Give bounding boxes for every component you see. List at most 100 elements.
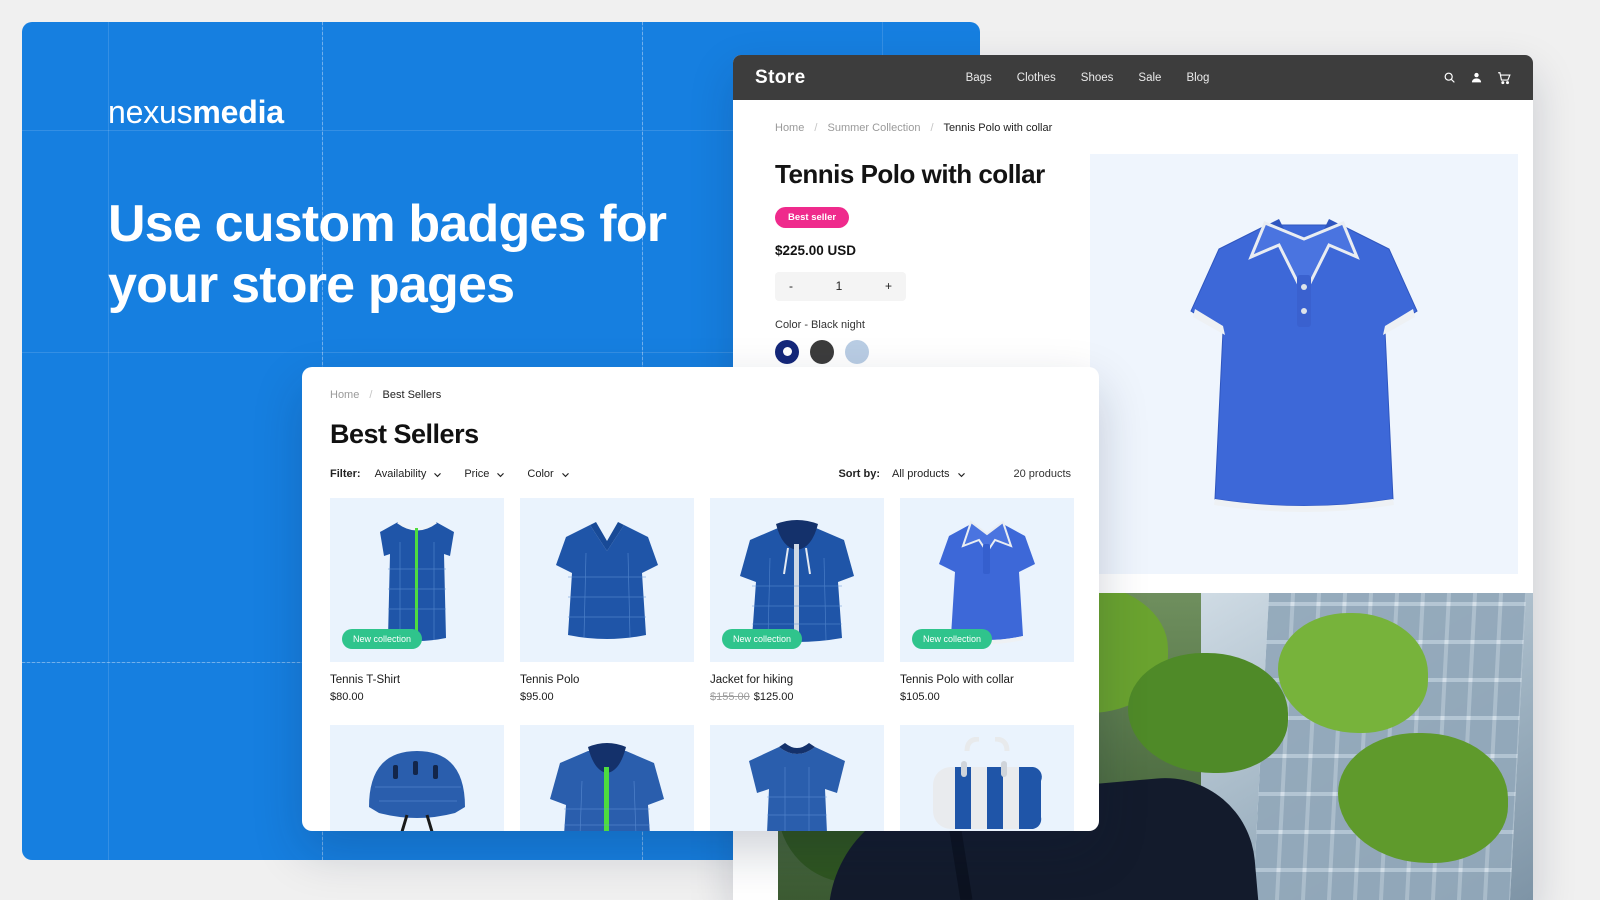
store-nav-links: Bags Clothes Shoes Sale Blog bbox=[966, 72, 1210, 84]
product-price-current: $80.00 bbox=[330, 691, 364, 703]
store-brand-logo[interactable]: Store bbox=[755, 67, 806, 89]
product-thumbnail[interactable] bbox=[520, 725, 694, 831]
color-swatch-light-blue[interactable] bbox=[845, 339, 869, 364]
product-card[interactable]: Tennis Polo $95.00 bbox=[520, 498, 694, 703]
best-sellers-page-title: Best Sellers bbox=[330, 419, 479, 449]
tank-top-illustration bbox=[380, 520, 454, 641]
product-thumbnail[interactable] bbox=[900, 725, 1074, 831]
store-utility-icons bbox=[1443, 71, 1511, 85]
breadcrumb-home[interactable]: Home bbox=[775, 122, 804, 134]
logo-light-part: nexus bbox=[108, 94, 193, 130]
product-price: $225.00 USD bbox=[775, 242, 857, 258]
quantity-decrease-button[interactable]: - bbox=[789, 279, 793, 293]
product-name: Jacket for hiking bbox=[710, 674, 794, 686]
search-icon[interactable] bbox=[1443, 71, 1456, 84]
color-swatch-black-night[interactable] bbox=[775, 339, 799, 364]
new-collection-badge: New collection bbox=[342, 629, 423, 649]
jacket-illustration bbox=[740, 520, 854, 642]
breadcrumb-current: Tennis Polo with collar bbox=[943, 122, 1053, 134]
product-name: Tennis T-Shirt bbox=[330, 674, 401, 686]
product-thumbnail[interactable] bbox=[330, 725, 504, 831]
product-price: $80.00 bbox=[330, 691, 504, 703]
cart-icon[interactable] bbox=[1497, 71, 1511, 85]
quantity-value[interactable]: 1 bbox=[836, 279, 843, 293]
product-card[interactable]: New collection Jacket for hiking $155.00… bbox=[710, 498, 884, 703]
product-thumbnail[interactable] bbox=[710, 725, 884, 831]
screenshot-stage: nexusmedia Use custom badges for your st… bbox=[0, 0, 1600, 900]
product-price: $105.00 bbox=[900, 691, 1074, 703]
best-seller-badge: Best seller bbox=[775, 206, 850, 228]
new-collection-badge: New collection bbox=[722, 629, 803, 649]
product-card[interactable]: New collection Tennis Polo with collar $… bbox=[900, 498, 1074, 703]
product-name: Tennis Polo with collar bbox=[900, 674, 1014, 686]
polo-shirt-illustration bbox=[1190, 219, 1418, 512]
quantity-stepper[interactable]: - 1 + bbox=[775, 271, 906, 301]
nav-item-bags[interactable]: Bags bbox=[966, 72, 992, 84]
product-count: 20 products bbox=[1013, 468, 1071, 480]
filter-price-label: Price bbox=[464, 468, 490, 480]
product-thumbnail[interactable]: New collection bbox=[330, 498, 504, 662]
product-thumbnail[interactable] bbox=[520, 498, 694, 662]
nav-item-shoes[interactable]: Shoes bbox=[1081, 72, 1114, 84]
nav-item-blog[interactable]: Blog bbox=[1186, 72, 1209, 84]
product-breadcrumb: Home / Summer Collection / Tennis Polo w… bbox=[733, 100, 1533, 134]
new-collection-badge: New collection bbox=[912, 629, 993, 649]
breadcrumb-separator-2: / bbox=[930, 122, 934, 134]
breadcrumb-separator-1: / bbox=[814, 122, 818, 134]
color-swatch-dark-grey[interactable] bbox=[810, 339, 834, 364]
product-thumbnail[interactable]: New collection bbox=[900, 498, 1074, 662]
chevron-down-icon bbox=[561, 470, 570, 479]
filter-availability-dropdown[interactable]: Availability bbox=[375, 468, 443, 480]
sort-by-value: All products bbox=[892, 468, 950, 480]
color-swatch-group bbox=[775, 339, 1065, 364]
blue-polo-illustration bbox=[939, 520, 1035, 644]
best-sellers-breadcrumb: Home / Best Sellers bbox=[302, 367, 1099, 401]
product-price-original: $155.00 bbox=[710, 691, 750, 703]
filter-price-dropdown[interactable]: Price bbox=[464, 468, 505, 480]
product-name: Tennis Polo bbox=[520, 674, 580, 686]
bs-breadcrumb-home[interactable]: Home bbox=[330, 389, 359, 401]
helmet-illustration bbox=[369, 751, 465, 831]
chevron-down-icon bbox=[957, 470, 966, 479]
breadcrumb-collection[interactable]: Summer Collection bbox=[828, 122, 921, 134]
chevron-down-icon bbox=[496, 470, 505, 479]
product-card[interactable] bbox=[900, 725, 1074, 831]
store-top-navbar: Store Bags Clothes Shoes Sale Blog bbox=[733, 55, 1533, 100]
bs-breadcrumb-current: Best Sellers bbox=[382, 389, 442, 401]
logo-bold-part: media bbox=[192, 94, 284, 130]
product-thumbnail[interactable]: New collection bbox=[710, 498, 884, 662]
hoodie-illustration bbox=[550, 743, 664, 831]
sort-section: Sort by: All products 20 products bbox=[838, 468, 1071, 480]
product-card[interactable] bbox=[520, 725, 694, 831]
nav-item-clothes[interactable]: Clothes bbox=[1017, 72, 1056, 84]
filter-color-label: Color bbox=[527, 468, 554, 480]
product-card[interactable] bbox=[710, 725, 884, 831]
nav-item-sale[interactable]: Sale bbox=[1138, 72, 1161, 84]
product-price: $95.00 bbox=[520, 691, 694, 703]
account-icon[interactable] bbox=[1470, 71, 1483, 84]
best-sellers-toolbar: Filter: Availability Price Color Sort by… bbox=[302, 450, 1099, 480]
product-price-current: $125.00 bbox=[753, 691, 794, 703]
chevron-down-icon bbox=[433, 470, 442, 479]
best-sellers-window: Home / Best Sellers Best Sellers Filter:… bbox=[302, 367, 1099, 831]
sort-by-label: Sort by: bbox=[838, 468, 881, 480]
product-grid-row-2 bbox=[302, 703, 1099, 831]
product-image-panel bbox=[1090, 154, 1518, 574]
polo-shirt-image bbox=[1179, 199, 1429, 529]
quantity-increase-button[interactable]: + bbox=[885, 279, 892, 293]
nexusmedia-logo: nexusmedia bbox=[108, 94, 284, 131]
sort-by-dropdown[interactable]: All products bbox=[892, 468, 965, 480]
filter-color-dropdown[interactable]: Color bbox=[527, 468, 569, 480]
foliage-leaf bbox=[1128, 653, 1288, 773]
product-price-current: $95.00 bbox=[520, 691, 554, 703]
hero-headline: Use custom badges for your store pages bbox=[108, 195, 667, 314]
polo-shirt-illustration bbox=[556, 522, 658, 639]
product-price-current: $105.00 bbox=[900, 691, 940, 703]
product-grid-row-1: New collection Tennis T-Shirt $80.00 Ten… bbox=[302, 480, 1099, 703]
duffel-bag-illustration bbox=[933, 737, 1042, 829]
filter-availability-label: Availability bbox=[374, 468, 427, 480]
tshirt-illustration bbox=[749, 743, 845, 831]
product-card[interactable] bbox=[330, 725, 504, 831]
bs-breadcrumb-separator: / bbox=[369, 389, 373, 401]
product-card[interactable]: New collection Tennis T-Shirt $80.00 bbox=[330, 498, 504, 703]
